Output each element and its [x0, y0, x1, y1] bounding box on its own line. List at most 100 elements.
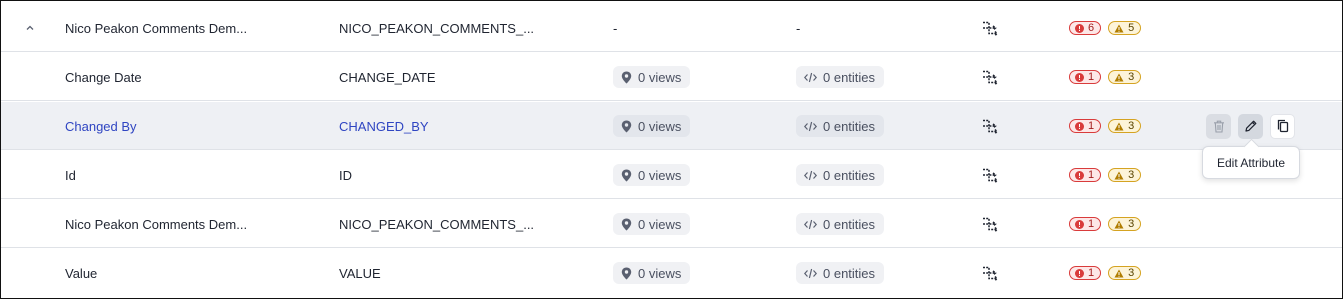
pencil-icon — [1244, 120, 1256, 132]
views-pill[interactable]: 0 views — [613, 262, 691, 284]
issue-badges[interactable]: 1 3 — [1069, 249, 1142, 297]
error-badge[interactable]: 1 — [1069, 168, 1102, 182]
code-icon — [804, 170, 817, 180]
warning-badge[interactable]: 3 — [1108, 70, 1142, 84]
error-count: 1 — [1088, 218, 1095, 230]
entities-cell: 0 entities — [796, 249, 885, 297]
issue-badges[interactable]: 1 3 — [1069, 200, 1142, 248]
issue-badges[interactable]: 1 3 — [1069, 53, 1142, 101]
view-pin-icon — [621, 169, 632, 181]
table-row[interactable]: Id ID 0 views 0 entities 1 3 — [1, 151, 1342, 199]
edit-attribute-tooltip: Edit Attribute — [1202, 146, 1300, 179]
warning-triangle-icon — [1114, 24, 1124, 32]
attribute-name[interactable]: Changed By — [65, 102, 137, 150]
code-icon — [804, 121, 817, 131]
technical-name: CHANGED_BY — [339, 118, 429, 134]
warning-triangle-icon — [1114, 269, 1124, 277]
error-circle-icon — [1075, 170, 1084, 180]
attribute-name[interactable]: Value — [65, 249, 97, 297]
warning-badge[interactable]: 3 — [1108, 217, 1142, 231]
error-circle-icon — [1075, 72, 1084, 82]
issue-badges[interactable]: 6 5 — [1069, 4, 1142, 52]
views-count: 0 views — [638, 167, 682, 183]
lineage-flow-icon[interactable] — [981, 102, 999, 150]
entities-pill[interactable]: 0 entities — [796, 115, 885, 137]
warning-badge[interactable]: 3 — [1108, 168, 1142, 182]
table-row[interactable]: Value VALUE 0 views 0 entities 1 3 — [1, 249, 1342, 297]
technical-name: NICO_PEAKON_COMMENTS_... — [339, 20, 535, 36]
lineage-flow-icon[interactable] — [981, 53, 999, 101]
issue-badges[interactable]: 1 3 — [1069, 151, 1142, 199]
error-count: 1 — [1088, 71, 1095, 83]
table-row[interactable]: Changed By CHANGED_BY 0 views 0 entities… — [1, 102, 1342, 150]
warning-badge[interactable]: 5 — [1108, 21, 1142, 35]
warning-badge[interactable]: 3 — [1108, 119, 1142, 133]
error-count: 1 — [1088, 120, 1095, 132]
entities-pill[interactable]: 0 entities — [796, 66, 885, 88]
lineage-flow-icon[interactable] — [981, 249, 999, 297]
warning-count: 3 — [1128, 71, 1135, 83]
error-badge[interactable]: 6 — [1069, 21, 1102, 35]
attributes-table: Nico Peakon Comments Dem... NICO_PEAKON_… — [0, 0, 1343, 299]
error-count: 1 — [1088, 267, 1095, 279]
warning-count: 3 — [1128, 169, 1135, 181]
entities-pill[interactable]: 0 entities — [796, 213, 885, 235]
chevron-up-icon[interactable] — [23, 21, 37, 35]
entities-count: 0 entities — [823, 265, 876, 281]
attribute-name[interactable]: Change Date — [65, 53, 142, 101]
error-count: 1 — [1088, 169, 1095, 181]
warning-count: 5 — [1128, 22, 1135, 34]
error-circle-icon — [1075, 23, 1084, 33]
warning-triangle-icon — [1114, 73, 1124, 81]
entities-count: 0 entities — [823, 167, 876, 183]
error-circle-icon — [1075, 219, 1084, 229]
error-badge[interactable]: 1 — [1069, 119, 1102, 133]
entities-pill[interactable]: 0 entities — [796, 164, 885, 186]
code-icon — [804, 219, 817, 229]
error-badge[interactable]: 1 — [1069, 217, 1102, 231]
attribute-name[interactable]: Nico Peakon Comments Dem... — [65, 200, 247, 248]
views-pill[interactable]: 0 views — [613, 164, 691, 186]
entities-pill[interactable]: 0 entities — [796, 262, 885, 284]
lineage-flow-icon[interactable] — [981, 200, 999, 248]
entities-count: 0 entities — [823, 216, 876, 232]
views-cell: 0 views — [613, 53, 691, 101]
trash-icon — [1213, 120, 1224, 133]
warning-count: 3 — [1128, 218, 1135, 230]
error-circle-icon — [1075, 121, 1084, 131]
views-pill[interactable]: 0 views — [613, 115, 691, 137]
table-row[interactable]: Nico Peakon Comments Dem... NICO_PEAKON_… — [1, 4, 1342, 52]
technical-name: CHANGE_DATE — [339, 69, 436, 85]
warning-count: 3 — [1128, 120, 1135, 132]
views-count: 0 views — [638, 265, 682, 281]
code-icon — [804, 72, 817, 82]
attribute-name[interactable]: Id — [65, 151, 76, 199]
error-badge[interactable]: 1 — [1069, 70, 1102, 84]
views-cell: 0 views — [613, 151, 691, 199]
delete-button[interactable] — [1206, 113, 1231, 139]
entities-count: - — [796, 20, 801, 36]
views-count: 0 views — [638, 69, 682, 85]
entities-count: 0 entities — [823, 118, 876, 134]
table-row[interactable]: Nico Peakon Comments Dem... NICO_PEAKON_… — [1, 200, 1342, 248]
attribute-name[interactable]: Nico Peakon Comments Dem... — [65, 4, 247, 52]
table-row[interactable]: Change Date CHANGE_DATE 0 views 0 entiti… — [1, 53, 1342, 101]
view-pin-icon — [621, 120, 632, 132]
views-cell: 0 views — [613, 200, 691, 248]
lineage-flow-icon[interactable] — [981, 151, 999, 199]
views-cell: 0 views — [613, 249, 691, 297]
issue-badges[interactable]: 1 3 — [1069, 102, 1142, 150]
views-count: 0 views — [638, 216, 682, 232]
edit-attribute-button[interactable] — [1238, 113, 1263, 139]
views-count: - — [613, 20, 618, 36]
views-pill[interactable]: 0 views — [613, 213, 691, 235]
warning-triangle-icon — [1114, 220, 1124, 228]
copy-button[interactable] — [1270, 113, 1295, 139]
error-badge[interactable]: 1 — [1069, 266, 1102, 280]
views-pill[interactable]: 0 views — [613, 66, 691, 88]
code-icon — [804, 268, 817, 278]
lineage-flow-icon[interactable] — [981, 4, 999, 52]
error-count: 6 — [1088, 22, 1095, 34]
technical-name: VALUE — [339, 265, 381, 281]
warning-badge[interactable]: 3 — [1108, 266, 1142, 280]
